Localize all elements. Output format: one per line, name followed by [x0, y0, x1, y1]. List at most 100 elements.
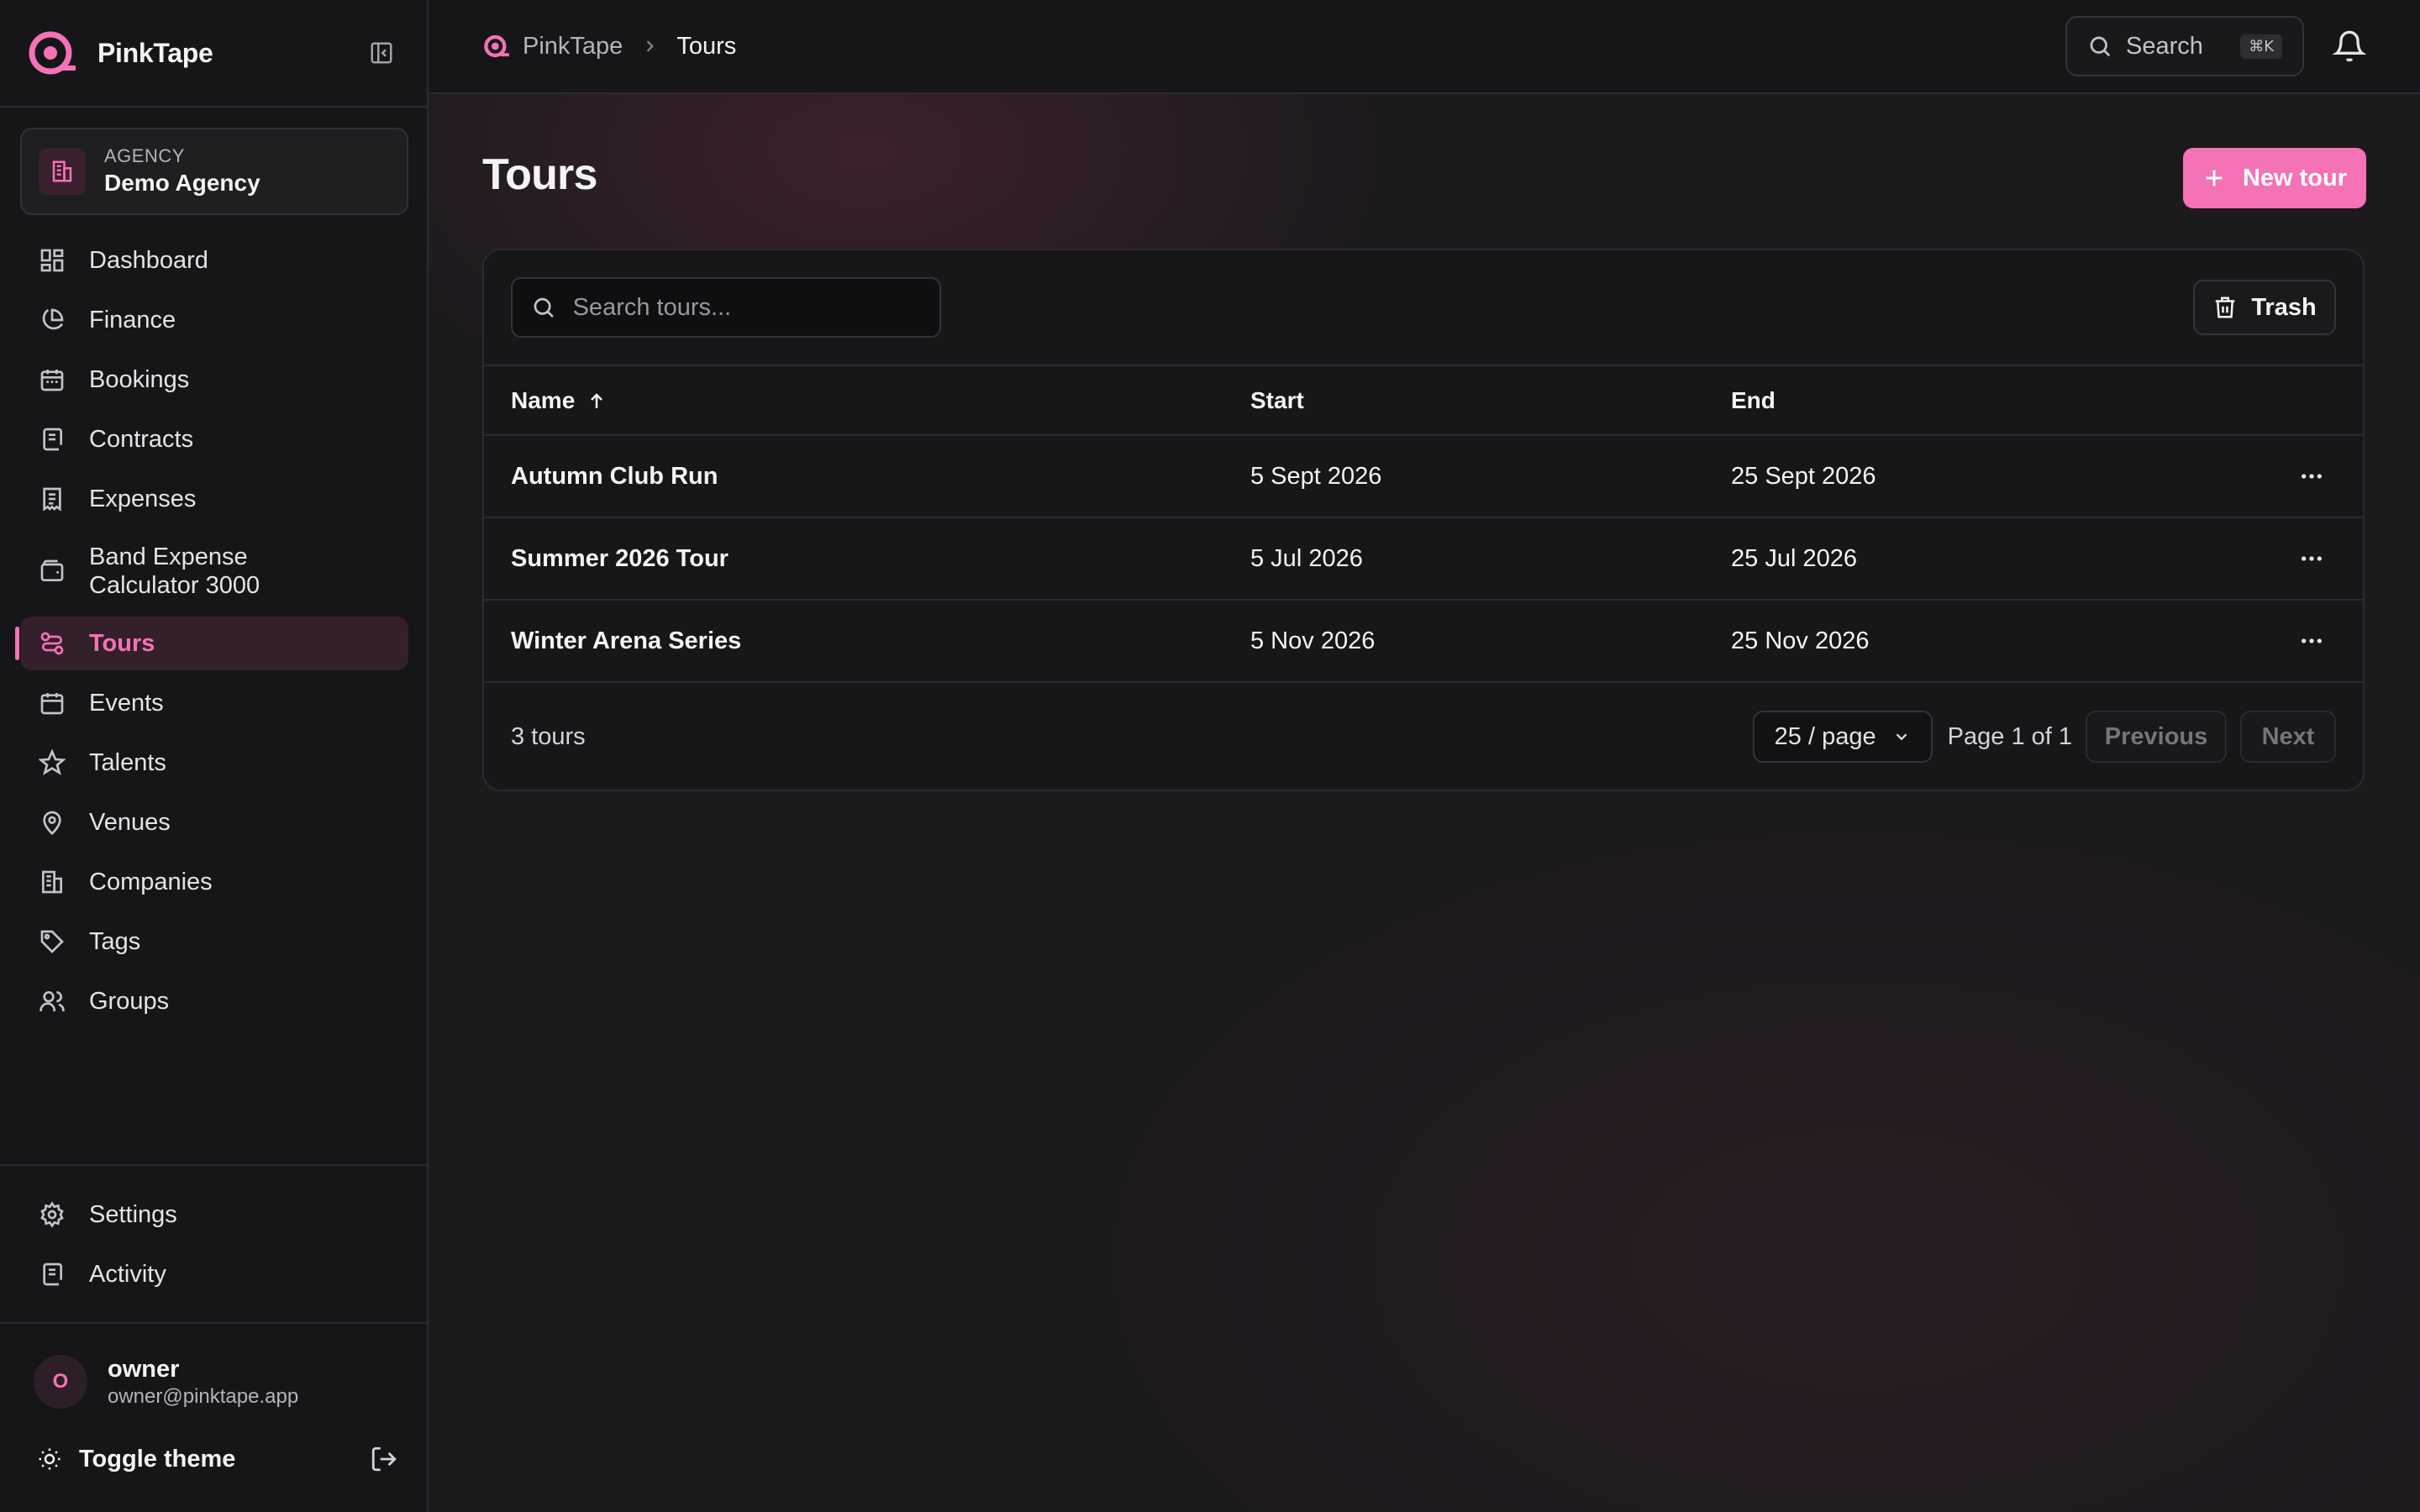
- sidebar-item-expenses[interactable]: Expenses: [20, 472, 408, 526]
- collapse-sidebar-button[interactable]: [363, 34, 400, 71]
- tour-start: 5 Sept 2026: [1250, 435, 1731, 518]
- tour-end: 25 Nov 2026: [1731, 600, 2260, 683]
- column-header-start[interactable]: Start: [1250, 366, 1731, 436]
- search-label: Search: [2126, 32, 2203, 60]
- building-icon: [42, 870, 62, 894]
- tour-start: 5 Jul 2026: [1250, 517, 1731, 601]
- sidebar-item-band-expense-calculator[interactable]: Band Expense Calculator 3000: [20, 532, 408, 611]
- users-icon: [39, 991, 65, 1011]
- chevron-right-icon: [647, 40, 655, 52]
- tour-start: 5 Nov 2026: [1250, 600, 1731, 683]
- sidebar-item-finance[interactable]: Finance: [20, 293, 408, 347]
- table-row[interactable]: Summer 2026 Tour 5 Jul 2026 25 Jul 2026: [484, 517, 2363, 601]
- sidebar-item-talents[interactable]: Talents: [20, 736, 408, 790]
- user-email: owner@pinktape.app: [108, 1385, 299, 1408]
- plus-icon: [2206, 170, 2223, 186]
- trash-icon: [2216, 297, 2235, 318]
- sidebar-item-label: Dashboard: [89, 247, 208, 274]
- toggle-theme-button[interactable]: Toggle theme: [79, 1446, 235, 1473]
- sidebar-divider: [0, 1322, 427, 1324]
- map-pin-icon: [43, 811, 61, 836]
- table-row[interactable]: Winter Arena Series 5 Nov 2026 25 Nov 20…: [484, 600, 2363, 683]
- search-icon: [2090, 36, 2111, 57]
- agency-switcher[interactable]: AGENCY Demo Agency: [20, 128, 408, 215]
- tours-table-card: Trash Name Start End: [482, 249, 2365, 791]
- next-page-button[interactable]: Next: [2240, 711, 2336, 763]
- more-horizontal-icon[interactable]: [2298, 463, 2325, 490]
- tour-end: 25 Jul 2026: [1731, 517, 2260, 601]
- table-row[interactable]: Autumn Club Run 5 Sept 2026 25 Sept 2026: [484, 435, 2363, 518]
- chevron-down-icon: [1896, 733, 1907, 741]
- tour-count: 3 tours: [511, 722, 586, 750]
- new-tour-label: New tour: [2242, 164, 2348, 192]
- sidebar-item-groups[interactable]: Groups: [20, 974, 408, 1028]
- tour-search-input[interactable]: [572, 293, 921, 322]
- sidebar-bottom-nav: Settings Activity: [20, 1188, 408, 1307]
- user-name: owner: [108, 1356, 180, 1383]
- row-actions: [2260, 600, 2363, 683]
- user-profile[interactable]: O owner owner@pinktape.app: [34, 1354, 298, 1410]
- sidebar: PinkTape AGENCY Demo Agency Dashboard Fi…: [0, 0, 429, 1512]
- gear-icon: [40, 1201, 64, 1228]
- trash-label: Trash: [2251, 293, 2317, 321]
- sidebar-item-label: Finance: [89, 307, 176, 333]
- sidebar-item-tags[interactable]: Tags: [20, 915, 408, 969]
- trash-button[interactable]: Trash: [2193, 280, 2336, 335]
- column-header-label: Name: [511, 386, 576, 413]
- receipt-icon: [43, 487, 61, 512]
- sidebar-item-settings[interactable]: Settings: [20, 1188, 408, 1242]
- sidebar-item-activity[interactable]: Activity: [20, 1247, 408, 1301]
- table-header-row: Name Start End: [484, 366, 2363, 436]
- pagination: 25 / page Page 1 of 1 Previous Next: [1752, 711, 2336, 763]
- sort-ascending-icon: [591, 393, 602, 409]
- sidebar-collapse-icon: [371, 42, 392, 64]
- column-header-name[interactable]: Name: [484, 366, 1250, 436]
- sidebar-item-label: Band Expense Calculator 3000: [89, 543, 260, 599]
- star-icon: [39, 749, 66, 775]
- sidebar-item-label: Groups: [89, 988, 170, 1015]
- sidebar-item-venues[interactable]: Venues: [20, 795, 408, 849]
- tour-name[interactable]: Summer 2026 Tour: [484, 517, 1250, 601]
- sidebar-item-label: Contracts: [89, 426, 194, 453]
- logout-icon[interactable]: [370, 1445, 398, 1473]
- calendar-icon: [40, 693, 64, 715]
- per-page-value: 25 / page: [1774, 722, 1876, 750]
- global-search-button[interactable]: Search ⌘K: [2065, 16, 2304, 76]
- topbar: PinkTape Tours Search ⌘K: [429, 0, 2420, 94]
- table-toolbar: Trash: [484, 250, 2363, 366]
- breadcrumb-home[interactable]: PinkTape: [523, 33, 623, 60]
- agency-name: Demo Agency: [104, 170, 260, 196]
- wallet-icon: [40, 559, 64, 581]
- sidebar-item-companies[interactable]: Companies: [20, 855, 408, 909]
- previous-page-button[interactable]: Previous: [2086, 711, 2227, 763]
- new-tour-button[interactable]: New tour: [2183, 148, 2366, 208]
- pinktape-logo-icon: [484, 34, 509, 58]
- tour-name[interactable]: Winter Arena Series: [484, 600, 1250, 683]
- sidebar-item-label: Tags: [89, 928, 141, 955]
- sidebar-item-label: Talents: [89, 749, 166, 776]
- row-actions: [2260, 517, 2363, 601]
- avatar: O: [34, 1355, 87, 1409]
- tour-search-box: [511, 277, 941, 338]
- breadcrumb-current: Tours: [676, 32, 737, 60]
- sidebar-item-bookings[interactable]: Bookings: [20, 353, 408, 407]
- sidebar-item-dashboard[interactable]: Dashboard: [20, 234, 408, 287]
- toggle-theme-row: Toggle theme: [37, 1438, 398, 1480]
- search-icon: [534, 297, 554, 318]
- pinktape-logo-icon: [29, 31, 76, 75]
- search-shortcut: ⌘K: [2240, 34, 2282, 59]
- tag-icon: [40, 930, 64, 953]
- per-page-select[interactable]: 25 / page: [1752, 711, 1933, 763]
- more-horizontal-icon[interactable]: [2298, 627, 2325, 654]
- brand-name: PinkTape: [97, 37, 213, 68]
- sidebar-item-contracts[interactable]: Contracts: [20, 412, 408, 466]
- page-title: Tours: [482, 150, 597, 199]
- column-header-end[interactable]: End: [1731, 366, 2260, 436]
- sidebar-item-label: Venues: [89, 809, 171, 836]
- sidebar-item-events[interactable]: Events: [20, 676, 408, 730]
- more-horizontal-icon[interactable]: [2298, 545, 2325, 572]
- sidebar-item-tours[interactable]: Tours: [15, 617, 408, 670]
- bell-icon[interactable]: [2333, 29, 2366, 63]
- sidebar-item-label: Bookings: [89, 366, 190, 393]
- tour-name[interactable]: Autumn Club Run: [484, 435, 1250, 518]
